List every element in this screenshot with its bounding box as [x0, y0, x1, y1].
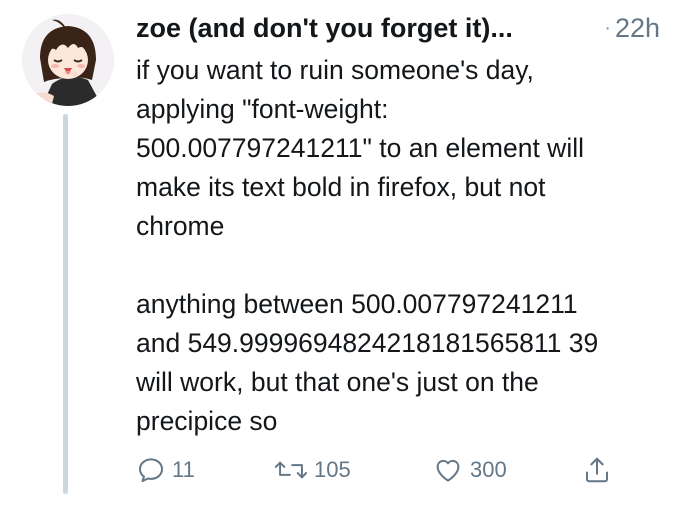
tweet-text-line: and 549.9999694824218181565811 39 — [136, 328, 599, 358]
tweet-text-line: will work, but that one's just on the — [136, 367, 539, 397]
retweet-icon — [274, 461, 308, 479]
reply-count: 11 — [172, 457, 195, 482]
tweet-text-line: anything between 500.007797241211 — [136, 289, 578, 319]
tweet-header: zoe (and don't you forget it)... · 22h — [136, 10, 666, 50]
tweet-text-line: make its text bold in firefox, but not — [136, 172, 546, 202]
avatar[interactable] — [22, 14, 114, 106]
timestamp[interactable]: 22h — [615, 13, 660, 43]
retweet-count: 105 — [314, 457, 351, 482]
tweet-text: if you want to ruin someone's day, apply… — [136, 51, 672, 441]
reply-icon — [139, 458, 163, 483]
like-button[interactable]: 300 — [432, 452, 507, 488]
tweet-actions: 11 105 300 — [136, 452, 626, 492]
anime-girl-avatar-icon — [22, 14, 114, 106]
share-icon — [586, 457, 608, 483]
tweet-text-line: if you want to ruin someone's day, — [136, 55, 534, 85]
tweet-text-line: chrome — [136, 211, 225, 241]
separator-dot: · — [604, 17, 611, 39]
retweet-button[interactable]: 105 — [274, 452, 351, 488]
author-display-name[interactable]: zoe (and don't you forget it)... — [136, 10, 513, 46]
reply-button[interactable]: 11 — [136, 452, 195, 488]
tweet-text-line: precipice so — [136, 406, 278, 436]
tweet-text-blank-line — [136, 246, 672, 285]
tweet-text-line: applying "font-weight: — [136, 94, 389, 124]
share-button[interactable] — [582, 452, 618, 488]
like-count: 300 — [470, 457, 507, 482]
timestamp-group: · 22h — [604, 10, 660, 49]
tweet[interactable]: zoe (and don't you forget it)... · 22h if… — [0, 0, 674, 506]
thread-line — [63, 114, 68, 494]
tweet-text-line: 500.007797241211" to an element will — [136, 133, 584, 163]
heart-icon — [436, 459, 460, 482]
